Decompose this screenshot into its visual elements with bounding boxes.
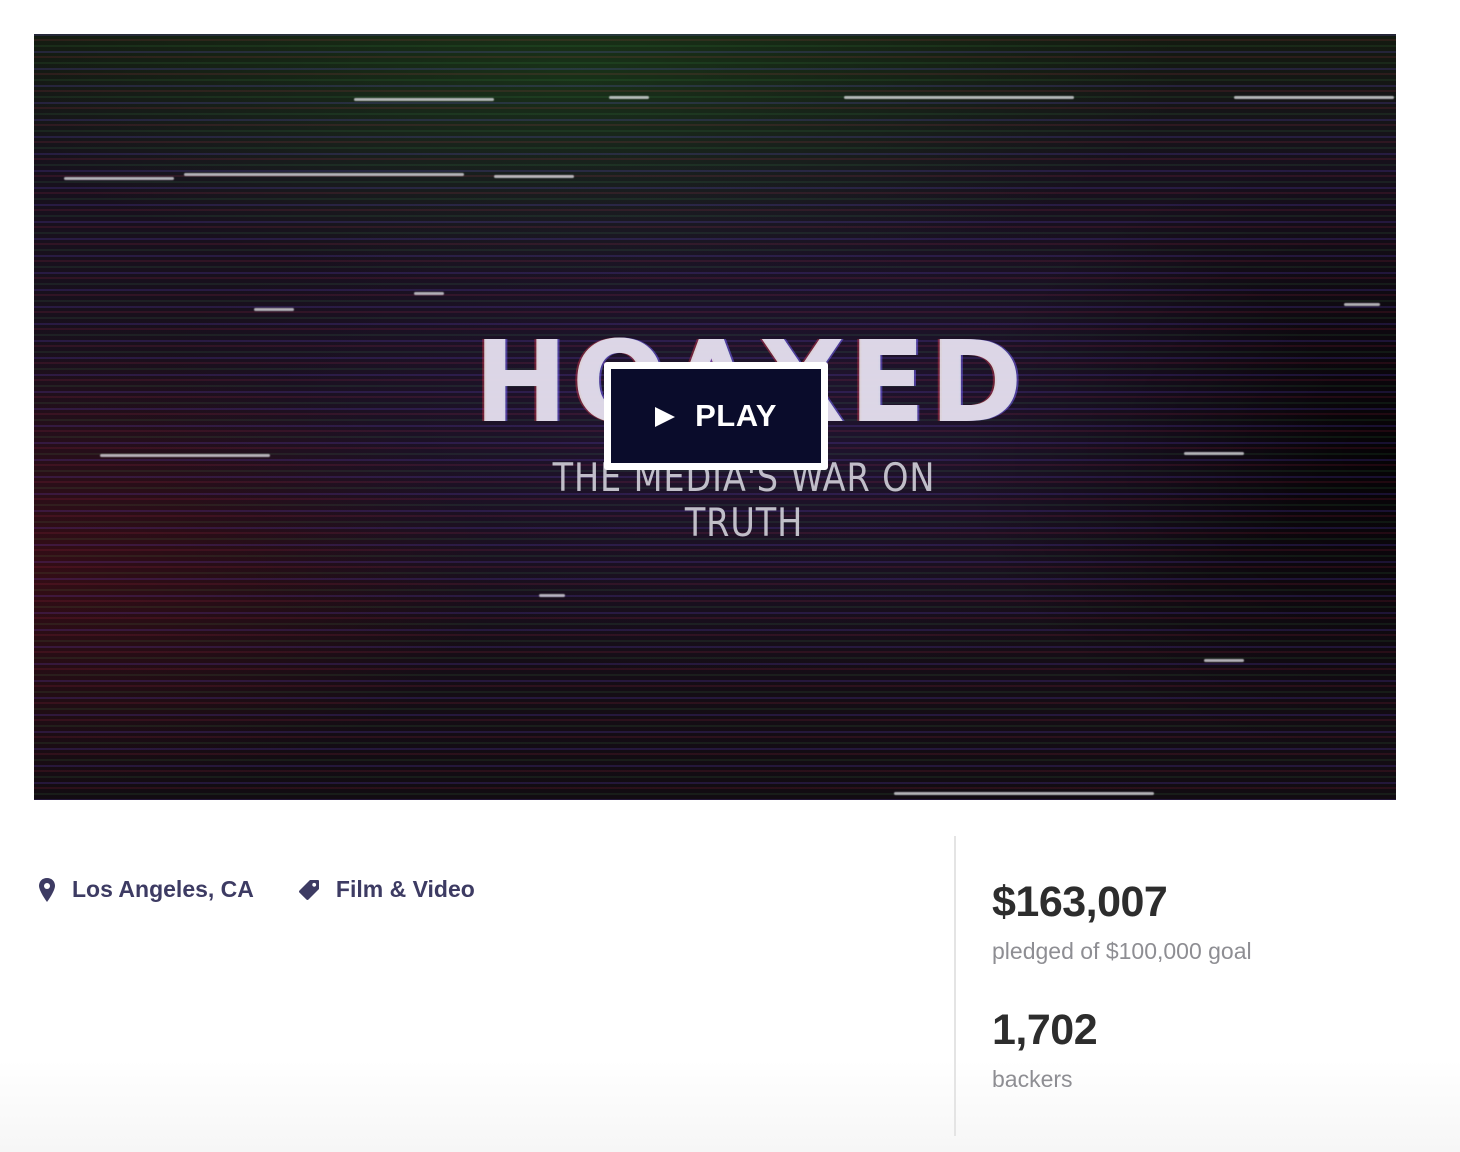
project-meta: Los Angeles, CA Film & Video: [38, 876, 475, 903]
video-noise-streak: [1234, 96, 1394, 99]
video-noise-streak: [1184, 452, 1244, 455]
location-pin-icon: [39, 877, 55, 902]
video-noise-streak: [184, 173, 464, 176]
video-noise-streak: [254, 308, 294, 311]
video-noise-streak: [354, 98, 494, 101]
backers-count: 1,702: [992, 1006, 1098, 1054]
backers-label: backers: [992, 1066, 1073, 1092]
pledged-stat: $163,007 pledged of $100,000 goal: [992, 876, 1252, 966]
video-noise-streak: [1204, 659, 1244, 662]
funding-stats: $163,007 pledged of $100,000 goal 1,702 …: [992, 876, 1252, 1094]
location-label: Los Angeles, CA: [72, 876, 254, 902]
video-noise-streak: [414, 292, 444, 295]
stats-divider: [954, 836, 956, 1136]
video-noise-streak: [609, 96, 649, 99]
video-noise-streak: [64, 177, 174, 180]
category-label: Film & Video: [335, 876, 475, 902]
pledged-goal-label: pledged of $100,000 goal: [992, 938, 1252, 964]
backers-stat: 1,702 backers: [992, 1004, 1252, 1094]
play-button[interactable]: PLAY: [604, 362, 828, 470]
tag-icon: [298, 879, 319, 900]
pledged-amount: $163,007: [992, 878, 1168, 926]
category-link[interactable]: Film & Video: [298, 876, 475, 903]
project-page: HOAXED THE MEDIA'S WAR ON TRUTH PLAY Los…: [0, 0, 1460, 1152]
location-link[interactable]: Los Angeles, CA: [38, 876, 254, 903]
play-button-label: PLAY: [695, 398, 777, 433]
video-noise-streak: [1344, 303, 1380, 306]
video-noise-streak: [539, 594, 565, 597]
video-noise-streak: [894, 792, 1154, 795]
video-noise-streak: [844, 96, 1074, 99]
video-noise-streak: [494, 175, 574, 178]
video-noise-streak: [100, 454, 270, 457]
play-icon: [655, 406, 676, 427]
project-video[interactable]: HOAXED THE MEDIA'S WAR ON TRUTH PLAY: [34, 34, 1396, 800]
